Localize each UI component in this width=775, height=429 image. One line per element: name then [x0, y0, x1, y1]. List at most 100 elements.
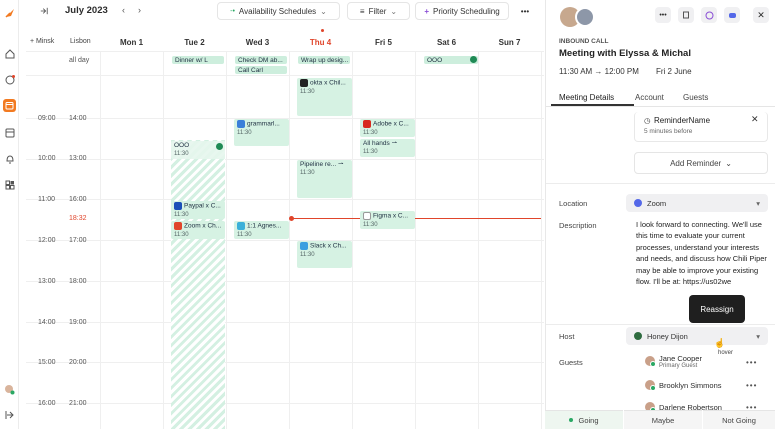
event-allday-dinner[interactable]: Dinner w/ L	[172, 56, 224, 64]
event-time: 11:30	[237, 231, 252, 238]
time-label: 12:00	[38, 237, 56, 244]
reassign-tooltip[interactable]: Reassign	[689, 295, 745, 323]
event-all-hands[interactable]: All hands ⇀ 11:30	[360, 139, 415, 157]
event-allday-check-dm[interactable]: Check DM ab...	[235, 56, 287, 64]
event-allday-call-carl[interactable]: Call Carl	[235, 66, 287, 74]
grid-line	[26, 362, 544, 363]
copy-icon[interactable]	[678, 7, 694, 23]
tab-meeting-details[interactable]: Meeting Details	[559, 93, 614, 102]
bell-icon[interactable]	[3, 152, 16, 165]
event-title: Slack x Ch...	[310, 242, 347, 250]
time-label: 14:00	[69, 115, 87, 122]
day-header-sun[interactable]: Sun 7	[478, 33, 541, 51]
grid-line	[26, 322, 544, 323]
availability-label: Availability Schedules	[238, 6, 317, 16]
time-label: 16:00	[38, 400, 56, 407]
day-header-fri[interactable]: Fri 5	[352, 33, 415, 51]
next-month-icon[interactable]: ›	[138, 5, 141, 15]
video-call-icon[interactable]	[724, 7, 740, 23]
grid-line	[26, 51, 544, 52]
app-logo-icon[interactable]	[3, 6, 16, 19]
guest-more-icon[interactable]: •••	[746, 381, 757, 390]
availability-icon: -•	[230, 7, 235, 15]
day-header-wed[interactable]: Wed 3	[226, 33, 289, 51]
add-reminder-button[interactable]: Add Reminder ⌄	[634, 152, 768, 174]
calendar-toolbar: July 2023 ‹ › -• Availability Schedules …	[26, 0, 544, 22]
event-figma[interactable]: Figma x C... 11:30	[360, 211, 415, 229]
event-grammarly[interactable]: grammarl... 11:30	[234, 119, 289, 146]
toggle-sidebar-button[interactable]	[34, 2, 54, 20]
user-avatar-icon[interactable]	[3, 383, 16, 396]
prev-month-icon[interactable]: ‹	[122, 5, 125, 15]
chevron-down-icon: ▾	[756, 198, 760, 208]
rsvp-maybe-button[interactable]: Maybe	[624, 410, 702, 429]
grid-line	[415, 51, 416, 429]
filter-dropdown[interactable]: ≡ Filter ⌄	[347, 2, 410, 20]
home-icon[interactable]	[3, 47, 16, 60]
more-options-icon[interactable]: •••	[514, 2, 536, 20]
tab-account[interactable]: Account	[635, 93, 664, 102]
remove-reminder-icon[interactable]: ✕	[751, 114, 759, 125]
event-time: 11:30	[174, 211, 189, 218]
location-select[interactable]: Zoom ▾	[626, 194, 768, 212]
time-label: 21:00	[69, 400, 87, 407]
filter-label: Filter	[368, 6, 387, 16]
ooo-block[interactable]	[171, 140, 225, 429]
day-header-mon[interactable]: Mon 1	[100, 33, 163, 51]
event-agnes[interactable]: 1:1 Agnes... 11:30	[234, 221, 289, 239]
filter-icon: ≡	[359, 6, 365, 16]
guest-row[interactable]: Jane Cooper Primary Guest	[645, 352, 702, 370]
event-paypal[interactable]: Paypal x C... 11:30	[171, 201, 225, 219]
inbox-icon[interactable]	[3, 126, 16, 139]
recurring-icon: ⇀	[391, 140, 398, 147]
meeting-icon	[237, 222, 245, 230]
event-allday-ooo[interactable]: OOO	[424, 56, 478, 64]
add-timezone-button[interactable]: + Minsk	[30, 38, 54, 45]
description-text[interactable]: I look forward to connecting. We'll use …	[636, 219, 768, 304]
day-header-tue[interactable]: Tue 2	[163, 33, 226, 51]
event-slack[interactable]: Slack x Ch... 11:30	[297, 241, 352, 268]
chat-icon[interactable]	[3, 73, 16, 86]
event-title: 1:1 Agnes...	[247, 222, 282, 230]
zoom-icon	[634, 199, 642, 207]
time-label: 13:00	[38, 278, 56, 285]
time-label: 14:00	[38, 319, 56, 326]
day-header-sat[interactable]: Sat 6	[415, 33, 478, 51]
event-ooo[interactable]: OOO 11:30	[171, 141, 225, 159]
calendar-icon[interactable]	[3, 99, 16, 112]
integrations-icon[interactable]	[3, 178, 16, 191]
location-label: Location	[559, 199, 588, 208]
divider	[546, 183, 775, 184]
event-adobe[interactable]: Adobe x C... 11:30	[360, 119, 415, 137]
guest-row[interactable]: Brooklyn Simmons	[645, 376, 722, 394]
chevron-down-icon: ▾	[756, 331, 760, 341]
grid-line	[26, 199, 544, 200]
description-label: Description	[559, 221, 597, 230]
event-okta[interactable]: okta x Chil... 11:30	[297, 78, 352, 116]
event-allday-wrap-up[interactable]: Wrap up desig...	[298, 56, 350, 64]
tab-guests[interactable]: Guests	[683, 93, 708, 102]
reminder-sub: 5 minutes before	[644, 128, 693, 135]
priority-label: Priority Scheduling	[432, 6, 500, 16]
grid-line	[541, 51, 542, 429]
more-options-icon[interactable]: •••	[655, 7, 671, 23]
day-header-thu[interactable]: Thu 4	[289, 33, 352, 51]
close-icon[interactable]: ✕	[753, 7, 769, 23]
rsvp-going-button[interactable]: Going	[545, 410, 623, 429]
rsvp-going-label: Going	[578, 415, 599, 425]
event-date: Fri 2 June	[656, 67, 692, 76]
rsvp-not-going-button[interactable]: Not Going	[703, 410, 775, 429]
event-title: grammarl...	[247, 120, 280, 128]
add-reminder-label: Add Reminder	[670, 158, 722, 168]
event-zoom[interactable]: Zoom x Ch... 11:30	[171, 221, 225, 239]
reschedule-icon[interactable]	[701, 7, 717, 23]
host-select[interactable]: Honey Dijon ▾	[626, 327, 768, 345]
guest-avatar	[645, 356, 656, 367]
event-title: OOO	[427, 57, 443, 64]
hover-label: hover	[718, 350, 734, 356]
priority-scheduling-button[interactable]: + Priority Scheduling	[415, 2, 509, 20]
collapse-rail-icon[interactable]	[3, 408, 16, 421]
availability-schedules-dropdown[interactable]: -• Availability Schedules ⌄	[217, 2, 340, 20]
event-pipeline[interactable]: Pipeline re... ⇀ 11:30	[297, 160, 352, 198]
guest-more-icon[interactable]: •••	[746, 358, 757, 367]
